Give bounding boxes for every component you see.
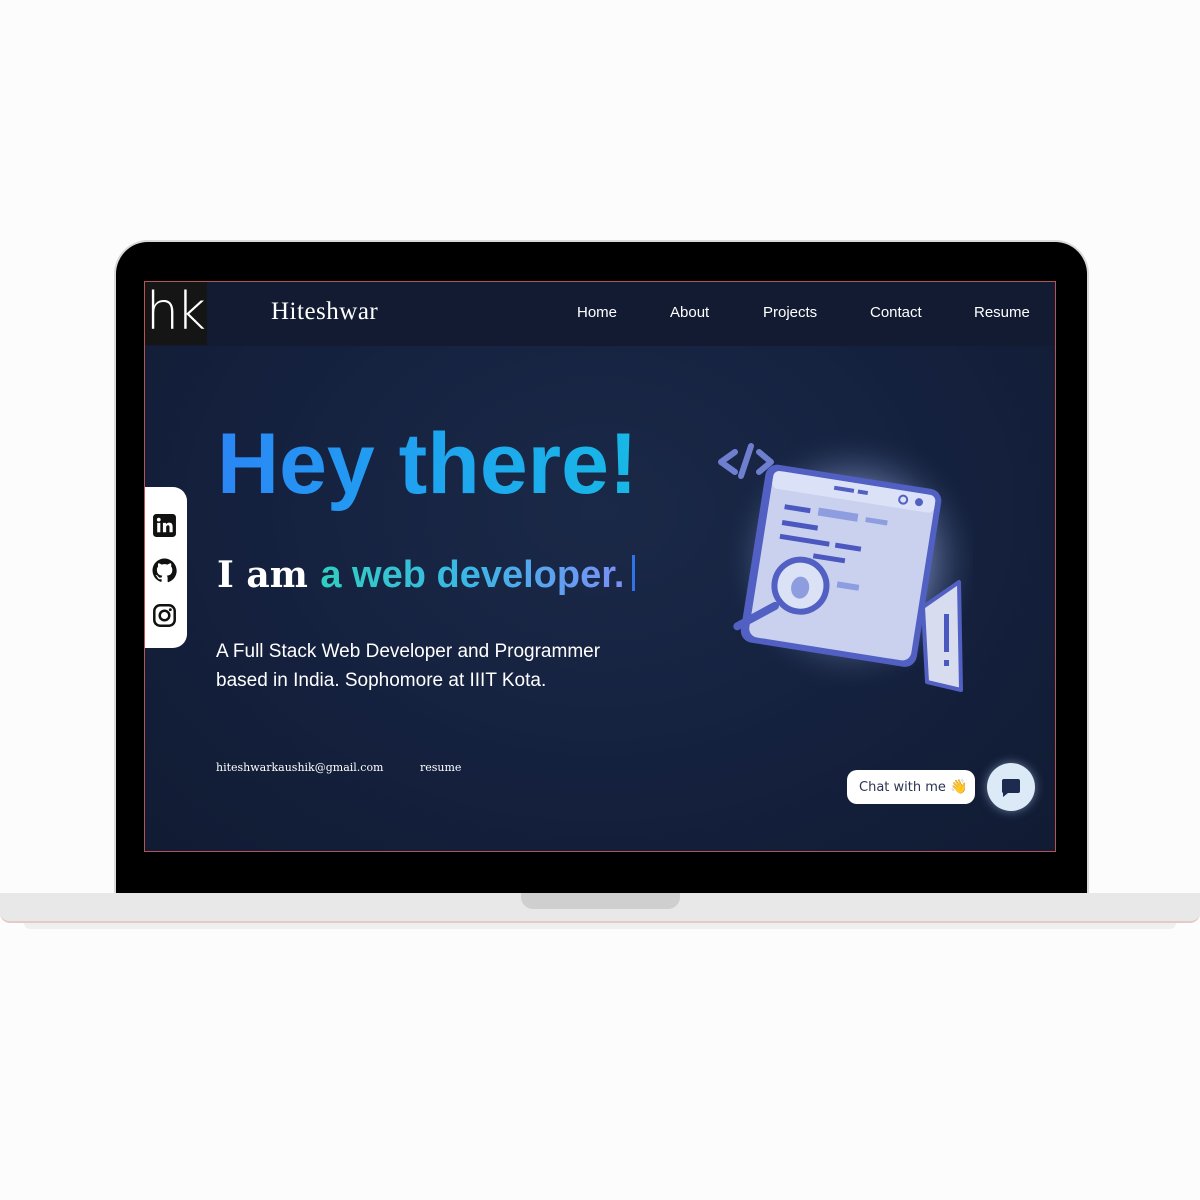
hero-description: A Full Stack Web Developer and Programme… bbox=[216, 641, 601, 691]
logo[interactable]: hk bbox=[145, 282, 207, 345]
social-sidebar bbox=[145, 487, 187, 648]
resume-link[interactable]: resume bbox=[420, 761, 461, 774]
brand-name[interactable]: Hiteshwar bbox=[271, 298, 378, 326]
github-icon[interactable] bbox=[152, 558, 177, 583]
hero-title: Hey there! bbox=[217, 416, 638, 512]
wave-emoji-icon: 👋 bbox=[950, 779, 968, 795]
instagram-icon[interactable] bbox=[152, 603, 177, 628]
nav-about[interactable]: About bbox=[670, 304, 709, 321]
code-debug-illustration bbox=[713, 430, 983, 692]
hero-subtitle: I am a web developer. bbox=[217, 550, 636, 608]
laptop-base-shadow bbox=[24, 923, 1176, 929]
chat-button[interactable] bbox=[987, 763, 1035, 811]
linkedin-icon[interactable] bbox=[152, 513, 177, 538]
code-tag-icon bbox=[718, 443, 774, 479]
laptop-notch bbox=[521, 893, 680, 909]
chat-with-me-pill[interactable]: Chat with me 👋 bbox=[847, 770, 975, 804]
hero-subtitle-role: a web developer. bbox=[320, 554, 625, 596]
website-screen: hk Hiteshwar Home About Projects Contact… bbox=[144, 281, 1056, 852]
nav-resume[interactable]: Resume bbox=[974, 304, 1030, 321]
hero-subtitle-prefix: I am bbox=[217, 554, 321, 596]
nav-home[interactable]: Home bbox=[577, 304, 617, 321]
nav-contact[interactable]: Contact bbox=[870, 304, 922, 321]
email-link[interactable]: hiteshwarkaushik@gmail.com bbox=[216, 761, 384, 774]
nav-projects[interactable]: Projects bbox=[763, 304, 817, 321]
chat-label: Chat with me bbox=[859, 780, 946, 795]
chat-bubble-icon bbox=[1001, 779, 1020, 797]
navbar: hk Hiteshwar Home About Projects Contact… bbox=[145, 282, 1055, 346]
typing-cursor bbox=[632, 555, 636, 591]
